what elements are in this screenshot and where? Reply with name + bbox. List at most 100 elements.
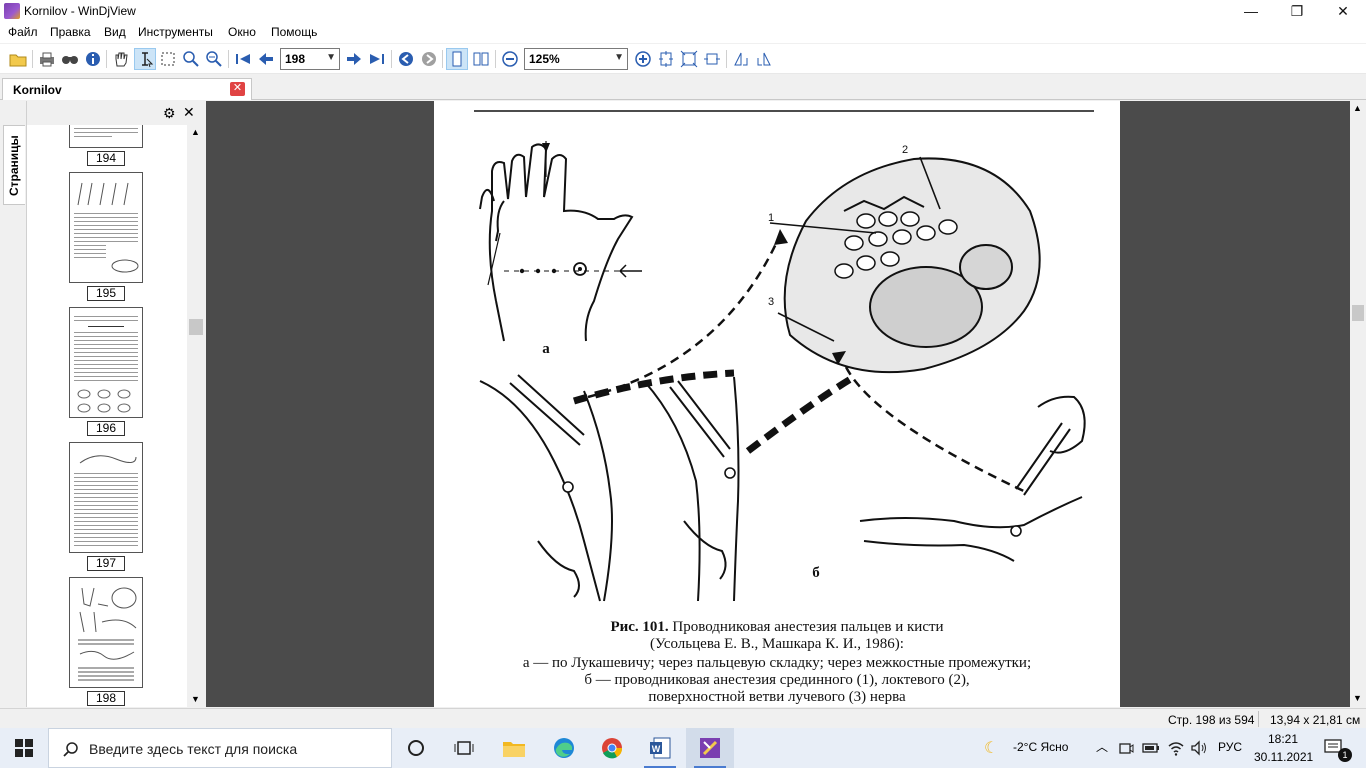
windjview-taskbar-icon[interactable] — [686, 728, 734, 768]
menu-edit[interactable]: Правка — [50, 25, 91, 39]
menu-view[interactable]: Вид — [104, 25, 126, 39]
next-page-icon[interactable] — [343, 48, 365, 70]
scroll-up-icon[interactable]: ▲ — [191, 127, 200, 137]
tab-pages[interactable]: Страницы — [3, 125, 25, 205]
weather-moon-icon[interactable]: ☾ — [984, 738, 998, 758]
prev-page-icon[interactable] — [255, 48, 277, 70]
page-number-combo[interactable]: 198 ▼ — [280, 48, 340, 70]
thumbnail-list[interactable]: 194 195 196 197 198 — [27, 125, 187, 707]
title-bar: Kornilov - WinDjView — ❐ ✕ — [0, 0, 1366, 22]
scroll-down-icon[interactable]: ▼ — [191, 694, 200, 704]
word-icon[interactable]: W — [636, 728, 684, 768]
menu-help[interactable]: Помощь — [271, 25, 317, 39]
page-thumbnail-label: 198 — [87, 691, 125, 706]
menu-tools[interactable]: Инструменты — [138, 25, 213, 39]
scrollbar-thumb[interactable] — [189, 319, 203, 335]
page-thumbnail-label: 196 — [87, 421, 125, 436]
status-bar: Стр. 198 из 594 13,94 x 21,81 см — [0, 708, 1366, 728]
document-view[interactable]: а 1 2 3 б Рис. 101. Проводниковая анесте… — [206, 101, 1350, 707]
taskbar-search-box[interactable]: Введите здесь текст для поиска — [48, 728, 392, 768]
figure-caption-line-3: а — по Лукашевичу; через пальцевую склад… — [522, 655, 1032, 671]
single-page-icon[interactable] — [446, 48, 468, 70]
volume-icon[interactable] — [1190, 739, 1208, 757]
start-button[interactable] — [0, 728, 48, 768]
zoom-in-tool-icon[interactable] — [180, 48, 202, 70]
close-button[interactable]: ✕ — [1320, 0, 1366, 22]
document-scrollbar[interactable]: ▲ ▼ — [1350, 101, 1366, 707]
windjview-app-icon — [4, 3, 20, 19]
wifi-icon[interactable] — [1167, 739, 1185, 757]
page-thumbnail-197[interactable] — [69, 442, 143, 553]
side-tab-bar: Страницы — [0, 101, 26, 707]
hand-icon[interactable] — [110, 48, 132, 70]
clock-date[interactable]: 30.11.2021 — [1254, 750, 1313, 764]
weather-text[interactable]: -2°C Ясно — [1013, 740, 1068, 754]
callout-1: 1 — [768, 212, 774, 224]
file-explorer-icon[interactable] — [490, 728, 538, 768]
callout-2: 2 — [902, 144, 908, 156]
rotate-right-icon[interactable] — [753, 48, 775, 70]
search-icon — [63, 742, 78, 757]
page-thumbnail-194[interactable] — [69, 125, 143, 148]
language-indicator[interactable]: РУС — [1218, 740, 1242, 754]
notification-count-badge: 1 — [1338, 748, 1352, 762]
find-icon[interactable] — [59, 48, 81, 70]
zoom-out-icon[interactable] — [499, 48, 521, 70]
thumbnail-panel-header: ⚙ ✕ — [27, 101, 205, 125]
toolbar: 198 ▼ 125% ▼ — [0, 44, 1366, 74]
back-icon[interactable] — [395, 48, 417, 70]
clock-time[interactable]: 18:21 — [1268, 732, 1298, 746]
forward-icon[interactable] — [418, 48, 440, 70]
select-rect-icon[interactable] — [157, 48, 179, 70]
zoom-in-icon[interactable] — [632, 48, 654, 70]
battery-icon[interactable] — [1142, 740, 1160, 756]
menu-bar: Файл Правка Вид Инструменты Окно Помощь — [0, 22, 1366, 43]
zoom-value: 125% — [529, 52, 560, 66]
meet-now-icon[interactable] — [1118, 740, 1134, 756]
document-tab-strip: Kornilov ✕ — [0, 76, 1366, 100]
scroll-up-icon[interactable]: ▲ — [1353, 103, 1362, 113]
page-thumbnail-label: 195 — [87, 286, 125, 301]
thumbnail-scrollbar[interactable]: ▲ ▼ — [187, 125, 205, 707]
last-page-icon[interactable] — [366, 48, 388, 70]
page-number-value: 198 — [285, 52, 306, 66]
fit-width-icon[interactable] — [701, 48, 723, 70]
menu-window[interactable]: Окно — [228, 25, 256, 39]
pages-tab-label: Страницы — [7, 135, 21, 196]
rotate-left-icon[interactable] — [730, 48, 752, 70]
info-icon[interactable] — [82, 48, 104, 70]
cortana-icon[interactable] — [392, 728, 440, 768]
first-page-icon[interactable] — [232, 48, 254, 70]
callout-3: 3 — [768, 296, 774, 308]
close-icon[interactable]: ✕ — [183, 104, 195, 121]
maximize-button[interactable]: ❐ — [1274, 0, 1320, 22]
fit-page-icon[interactable] — [655, 48, 677, 70]
two-page-icon[interactable] — [470, 48, 492, 70]
print-icon[interactable] — [36, 48, 58, 70]
tab-close-icon[interactable]: ✕ — [230, 82, 245, 96]
menu-file[interactable]: Файл — [8, 25, 38, 39]
edge-icon[interactable] — [540, 728, 588, 768]
page-thumbnail-label: 197 — [87, 556, 125, 571]
page-thumbnail-198[interactable] — [69, 577, 143, 688]
task-view-icon[interactable] — [440, 728, 488, 768]
tab-label: Kornilov — [13, 83, 62, 97]
select-text-icon[interactable] — [134, 48, 156, 70]
minimize-button[interactable]: — — [1228, 0, 1274, 22]
page-thumbnail-195[interactable] — [69, 172, 143, 283]
tab-kornilov[interactable]: Kornilov ✕ — [2, 78, 252, 100]
actual-size-icon[interactable] — [678, 48, 700, 70]
chevron-down-icon[interactable]: ▼ — [614, 52, 624, 63]
open-icon[interactable] — [7, 48, 29, 70]
scrollbar-thumb[interactable] — [1352, 305, 1364, 321]
scroll-down-icon[interactable]: ▼ — [1353, 693, 1362, 703]
chrome-icon[interactable] — [588, 728, 636, 768]
zoom-combo[interactable]: 125% ▼ — [524, 48, 628, 70]
thumbnail-panel: ⚙ ✕ 194 195 196 197 198 ▲ ▼ — [26, 101, 205, 707]
zoom-out-tool-icon[interactable] — [203, 48, 225, 70]
window-title: Kornilov - WinDjView — [24, 4, 136, 18]
page-thumbnail-196[interactable] — [69, 307, 143, 418]
chevron-down-icon[interactable]: ▼ — [326, 52, 336, 63]
gear-icon[interactable]: ⚙ — [163, 105, 176, 122]
tray-overflow-chevron-icon[interactable]: ︿ — [1096, 738, 1108, 755]
